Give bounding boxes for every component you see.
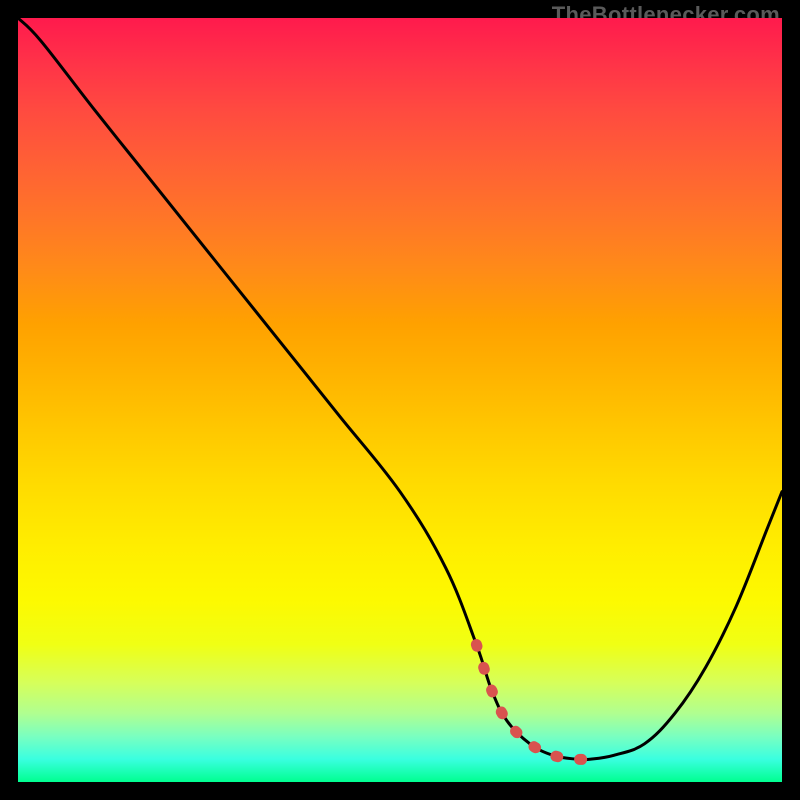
plot-area xyxy=(18,18,782,782)
bottleneck-curve xyxy=(18,18,782,760)
chart-container: TheBottleneсker.com xyxy=(0,0,800,800)
optimal-range-marker xyxy=(476,645,591,760)
chart-svg xyxy=(18,18,782,782)
